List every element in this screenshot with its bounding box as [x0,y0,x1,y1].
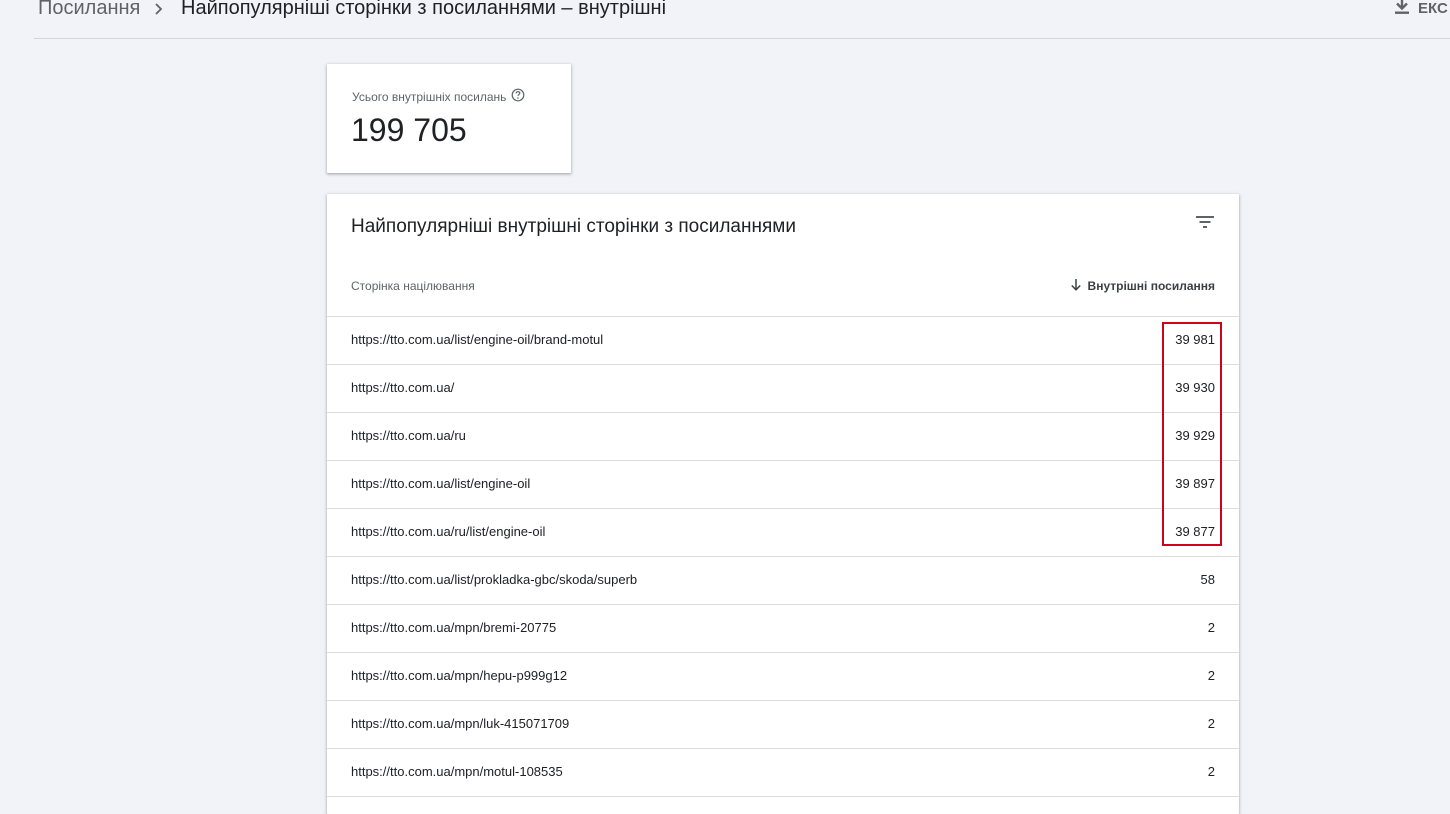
row-count: 58 [1200,572,1215,587]
row-url: https://tto.com.ua/mpn/luk-415071709 [351,716,570,731]
internal-links-header-label: Внутрішні посилання [1087,279,1215,293]
breadcrumb-root-link[interactable]: Посилання [38,0,140,22]
top-linked-pages-table: Найпопулярніші внутрішні сторінки з поси… [327,194,1239,814]
export-button[interactable]: ЕКС [1394,0,1448,22]
arrow-down-icon [1070,278,1082,294]
table-row[interactable]: https://tto.com.ua/ru/list/engine-oil 39… [327,509,1239,557]
row-url: https://tto.com.ua/list/engine-oil/brand… [351,332,604,347]
table-row[interactable]: https://tto.com.ua/list/engine-oil/brand… [327,317,1239,365]
row-url: https://tto.com.ua/list/prokladka-gbc/sk… [351,572,638,587]
total-links-card: Усього внутрішніх посилань 199 705 [327,64,571,173]
table-title: Найпопулярніші внутрішні сторінки з поси… [351,216,796,237]
table-row[interactable]: https://tto.com.ua/mpn/luk-415071709 2 [327,701,1239,749]
header: Посилання Найпопулярніші сторінки з поси… [0,0,1450,39]
table-row[interactable]: https://tto.com.ua/ 39 930 [327,365,1239,413]
row-url: https://tto.com.ua/mpn/hepu-p999g12 [351,668,568,683]
total-links-label-row: Усього внутрішніх посилань [352,88,525,105]
column-header-internal-links[interactable]: Внутрішні посилання [1070,278,1215,294]
row-url: https://tto.com.ua/ru/list/engine-oil [351,524,546,539]
table-row[interactable]: https://tto.com.ua/ru 39 929 [327,413,1239,461]
total-links-label: Усього внутрішніх посилань [352,89,507,104]
table-row[interactable]: https://tto.com.ua/list/engine-oil 39 89… [327,461,1239,509]
row-count: 39 897 [1175,476,1215,491]
row-count: 39 981 [1175,332,1215,347]
table-row[interactable]: https://tto.com.ua/mpn/motul-108535 2 [327,749,1239,797]
row-count: 39 930 [1175,380,1215,395]
header-divider [34,38,1450,39]
table-row[interactable]: https://tto.com.ua/mpn/hepu-p999g12 2 [327,653,1239,701]
row-count: 39 877 [1175,524,1215,539]
column-header-target-page[interactable]: Сторінка націлювання [351,279,475,293]
row-count: 2 [1207,716,1215,731]
row-url: https://tto.com.ua/list/engine-oil [351,476,531,491]
row-count: 39 929 [1175,428,1215,443]
row-count: 2 [1207,764,1215,779]
chevron-right-icon [152,0,166,23]
download-icon [1394,0,1410,20]
page-title: Найпопулярніші сторінки з посиланнями – … [181,0,667,19]
filter-button[interactable] [1193,212,1217,236]
total-links-value: 199 705 [351,112,467,148]
table-header: Сторінка націлювання Внутрішні посилання [327,256,1239,317]
help-circle-icon[interactable] [511,88,525,105]
row-url: https://tto.com.ua/mpn/motul-108535 [351,764,563,779]
export-label: ЕКС [1418,0,1448,17]
row-url: https://tto.com.ua/mpn/bremi-20775 [351,620,557,635]
filter-icon [1195,215,1215,234]
row-url: https://tto.com.ua/ [351,380,455,395]
row-url: https://tto.com.ua/ru [351,428,466,443]
row-count: 2 [1207,668,1215,683]
row-count: 2 [1207,620,1215,635]
table-row[interactable]: https://tto.com.ua/list/prokladka-gbc/sk… [327,557,1239,605]
table-row[interactable]: https://tto.com.ua/mpn/bremi-20775 2 [327,605,1239,653]
table-body: https://tto.com.ua/list/engine-oil/brand… [327,317,1239,797]
